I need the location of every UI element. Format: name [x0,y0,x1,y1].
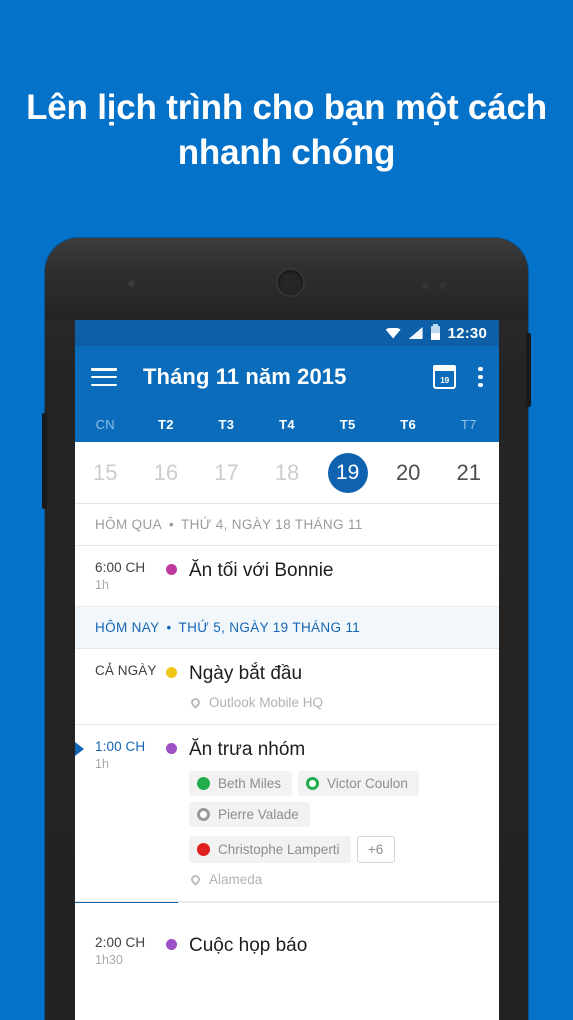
attendee-chip-beth-miles[interactable]: Beth Miles [189,770,293,796]
event-body: Ăn tối với Bonnie [189,560,499,592]
event-color-dot-lunch [165,742,177,754]
attendee-name: Beth Miles [218,775,282,791]
attendee-chip-pierre-valade[interactable]: Pierre Valade [189,801,310,827]
hamburger-menu-icon[interactable] [91,368,117,386]
location-pin-icon [189,872,202,886]
event-location-text-allday: Outlook Mobile HQ [209,694,324,710]
attendee-status-icon [197,842,210,856]
day-header-today-date: THỨ 5, NGÀY 19 THÁNG 11 [178,620,361,635]
attendee-chip-christophe-lamperti[interactable]: Christophe Lamperti [189,835,351,863]
day-header-yesterday: HÔM QUA • THỨ 4, NGÀY 18 THÁNG 11 [75,504,499,546]
attendee-chip-list: Beth Miles Victor Coulon Pierre Valade [189,770,485,827]
event-time-column-lunch: 1:00 CH 1h [75,739,153,887]
event-title-lunch: Ăn trưa nhóm [189,738,306,760]
date-cell-19-selected[interactable]: 19 [317,452,378,493]
weekday-t4: T4 [279,417,295,432]
day-header-yesterday-label: HÔM QUA [95,517,162,532]
event-time-column: 6:00 CH 1h [75,560,153,592]
attendee-status-icon [306,776,320,790]
event-color-column [153,560,189,592]
power-button[interactable] [526,333,531,407]
day-header-separator: • [168,517,175,532]
event-row-press[interactable]: 2:00 CH 1h30 Cuộc họp báo [75,902,499,981]
front-camera-icon [127,279,136,288]
event-duration-press: 1h30 [95,952,123,967]
current-event-arrow-icon [75,741,84,756]
event-start-time: 6:00 CH [95,560,146,575]
event-start-time-lunch: 1:00 CH [95,738,146,754]
event-location-text-lunch: Alameda [209,871,263,887]
app-bar: Tháng 11 năm 2015 19 [75,346,499,408]
event-title-press: Cuộc họp báo [189,934,308,956]
attendee-name: Victor Coulon [327,775,408,791]
attendee-status-icon [197,776,210,790]
volume-button[interactable] [42,413,47,509]
event-title-allday: Ngày bắt đầu [189,663,303,684]
weekday-t5: T5 [339,417,356,432]
event-location-lunch: Alameda [189,872,485,887]
selected-day-pill: 19 [327,452,368,493]
attendee-name: Pierre Valade [218,806,299,822]
weekday-cn: CN [95,417,115,432]
attendee-more-count-badge[interactable]: +6 [356,835,395,863]
event-body-press: Cuộc họp báo [189,935,499,967]
light-sensor-icon [439,282,446,289]
day-header-today-label: HÔM NAY [95,620,160,635]
attendee-chip-victor-coulon[interactable]: Victor Coulon [298,770,419,796]
event-allday-label: CẢ NGÀY [95,663,157,678]
event-color-dot [165,564,177,575]
date-cell-18[interactable]: 18 [257,460,318,486]
event-duration-lunch: 1h [95,756,109,771]
calendar-today-icon[interactable]: 19 [432,365,456,389]
event-row-dinner[interactable]: 6:00 CH 1h Ăn tối với Bonnie [75,546,499,607]
status-bar-clock: 12:30 [447,324,487,342]
date-cell-15[interactable]: 15 [75,460,136,486]
event-color-column-press [153,935,189,967]
date-cell-20[interactable]: 20 [378,460,439,486]
date-strip: 15 16 17 18 19 20 21 [75,442,499,504]
event-color-dot-allday [165,667,177,678]
event-body-lunch: Ăn trưa nhóm Beth Miles Victor Coulon Pi… [189,739,499,887]
wifi-icon [385,327,401,339]
month-title[interactable]: Tháng 11 năm 2015 [143,364,433,390]
phone-top-bezel [45,238,528,320]
attendee-name: Christophe Lamperti [218,841,340,857]
calendar-icon-day: 19 [440,374,449,385]
page-title: Lên lịch trình cho bạn một cách nhanh ch… [26,88,547,172]
event-time-column-allday: CẢ NGÀY [75,663,157,710]
event-row-lunch[interactable]: 1:00 CH 1h Ăn trưa nhóm Beth Miles Victo… [75,724,499,902]
attendee-status-icon [197,807,210,821]
weekday-t2: T2 [157,417,174,432]
overflow-menu-icon[interactable] [478,366,483,388]
date-cell-21[interactable]: 21 [438,460,499,486]
event-title: Ăn tối với Bonnie [189,560,334,581]
date-cell-17[interactable]: 17 [196,460,257,486]
earpiece-speaker-icon [276,268,305,297]
event-row-allday[interactable]: CẢ NGÀY Ngày bắt đầu Outlook Mobile HQ [75,649,499,725]
weekday-strip: CN T2 T3 T4 T5 T6 T7 [75,408,499,442]
status-bar: 12:30 [75,320,499,346]
location-pin-icon [189,695,202,709]
event-location-allday: Outlook Mobile HQ [189,695,485,710]
event-start-time-press: 2:00 CH [95,934,146,950]
event-time-column-press: 2:00 CH 1h30 [75,935,153,967]
proximity-sensor-icon [422,282,429,289]
day-header-yesterday-date: THỨ 4, NGÀY 18 THÁNG 11 [181,517,363,532]
event-color-column-allday [153,663,189,710]
date-cell-16[interactable]: 16 [136,460,197,486]
weekday-t6: T6 [400,417,417,432]
day-header-today: HÔM NAY • THỨ 5, NGÀY 19 THÁNG 11 [75,607,499,649]
day-header-separator-today: • [166,620,172,635]
weekday-t3: T3 [218,417,235,432]
event-color-dot-press [165,938,177,950]
phone-screen: 12:30 Tháng 11 năm 2015 19 CN T2 T3 T4 T… [75,320,499,1020]
event-duration: 1h [95,578,109,592]
battery-icon [430,324,440,340]
attendee-chip-list-row2: Christophe Lamperti +6 [189,835,485,863]
phone-device-frame: 12:30 Tháng 11 năm 2015 19 CN T2 T3 T4 T… [42,238,531,1020]
weekday-t7: T7 [460,417,477,432]
cellular-signal-icon [408,327,423,339]
event-body-allday: Ngày bắt đầu Outlook Mobile HQ [189,663,499,710]
event-color-column-lunch [153,739,189,887]
